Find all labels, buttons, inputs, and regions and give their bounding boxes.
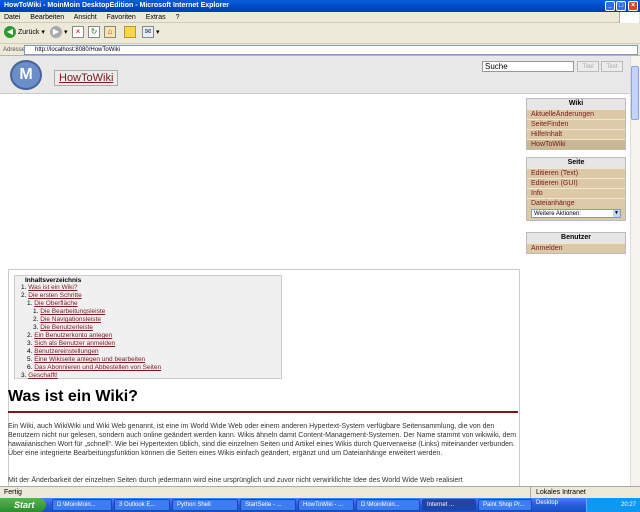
home-icon: ⌂ [104,26,116,39]
dropdown-arrow-icon: ▾ [155,29,160,36]
toc-item[interactable]: 4. Benutzereinstellungen [27,348,99,356]
sidebar-item-info[interactable]: Info [527,188,625,198]
toc-item[interactable]: 1. Die Oberfläche [27,300,78,308]
toc-item[interactable]: 6. Das Abonnieren und Abbestellen von Se… [27,364,161,372]
toolbar: ◀ Zurück ▾ ▶ ▾ × ↻ ⌂ ✉ ▾ [0,23,640,44]
more-actions-select-wrap: Weitere Aktionen: ▼ [527,208,625,220]
sidebar-user-header: Benutzer [527,233,625,243]
sidebar-item-recent-changes[interactable]: AktuelleÄnderungen [527,109,625,119]
toc-title: Inhaltsverzeichnis [25,277,82,284]
menu-edit[interactable]: Bearbeiten [30,14,64,21]
menu-bar: Datei Bearbeiten Ansicht Favoriten Extra… [0,12,640,23]
refresh-icon: ↻ [88,26,100,39]
forward-button[interactable]: ▶ ▾ [50,26,67,40]
menu-favorites[interactable]: Favoriten [107,14,136,21]
sidebar-page-panel: Seite Editieren (Text) Editieren (GUI) I… [526,157,626,221]
favorites-button[interactable] [124,26,136,40]
close-button[interactable]: × [628,1,638,11]
sidebar-item-attachments[interactable]: Dateianhänge [527,198,625,208]
sidebar-item-find-page[interactable]: SeiteFinden [527,119,625,129]
stop-button[interactable]: × [72,26,84,40]
toc-item[interactable]: 1. Was ist ein Wiki? [21,284,77,292]
back-button[interactable]: ◀ Zurück ▾ [4,26,45,40]
more-actions-select[interactable]: Weitere Aktionen: ▼ [531,209,621,218]
toc-item[interactable]: 3. Geschafft! [21,372,58,380]
table-of-contents: Inhaltsverzeichnis 1. Was ist ein Wiki? … [14,275,282,379]
sidebar-wiki-header: Wiki [527,99,625,109]
security-zone: Lokales Intranet [536,489,586,496]
dropdown-arrow-icon: ▾ [41,29,45,36]
content-heading: Was ist ein Wiki? [8,388,138,405]
toc-item[interactable]: 2. Die ersten Schritte [21,292,82,300]
toc-item[interactable]: 3. Die Benutzerleiste [33,324,93,332]
search-input[interactable]: Suche [482,61,574,72]
taskbar-item[interactable]: D:\MoinMoin... [356,499,420,511]
vertical-scrollbar[interactable] [630,56,640,486]
menu-help[interactable]: ? [176,14,180,21]
taskbar-item[interactable]: D:\MoinMoin... [52,499,112,511]
sidebar-wiki-panel: Wiki AktuelleÄnderungen SeiteFinden Hilf… [526,98,626,150]
taskbar-item[interactable]: HowToWiki - ... [298,499,354,511]
address-label: Adresse [3,47,26,53]
menu-file[interactable]: Datei [4,14,20,21]
desktop-toolbar[interactable]: Desktop [536,500,558,506]
taskbar-item[interactable]: StartSeite - ... [240,499,296,511]
menu-tools[interactable]: Extras [146,14,166,21]
stop-icon: × [72,26,84,39]
taskbar-item-active[interactable]: Internet ... [422,499,476,511]
scrollbar-thumb[interactable] [631,66,639,120]
moinmoin-logo-icon[interactable]: M [10,60,42,90]
sidebar-item-help-contents[interactable]: HilfeInhalt [527,129,625,139]
back-arrow-icon: ◀ [4,26,16,39]
toc-item[interactable]: 2. Ein Benutzerkonto anlegen [27,332,112,340]
sidebar-item-login[interactable]: Anmelden [527,243,625,253]
dropdown-arrow-icon: ▾ [63,29,68,36]
page-title-link[interactable]: HowToWiki [54,70,119,86]
favorites-star-icon [124,26,136,39]
search-text-button[interactable]: Text [601,61,623,72]
clock[interactable]: 20:27 [621,502,636,508]
taskbar-item[interactable]: 3 Outlook E... [114,499,170,511]
toc-item[interactable]: 2. Die Navigationsleiste [33,316,101,324]
system-tray: 20:27 [586,498,640,512]
window-title: HowToWiki - MoinMoin DesktopEdition - Mi… [4,2,229,9]
mail-button[interactable]: ✉ ▾ [142,26,159,40]
content-paragraph: Mit der Änderbarkeit der einzelnen Seite… [8,477,463,484]
menu-view[interactable]: Ansicht [74,14,97,21]
sidebar-item-howtowiki[interactable]: HowToWiki [527,139,625,149]
start-button[interactable]: Start [0,498,46,512]
maximize-button[interactable]: □ [616,1,626,11]
taskbar-item[interactable]: Paint Shop Pr... [478,499,532,511]
mail-icon: ✉ [142,26,154,39]
status-bar: Fertig Lokales Intranet [0,486,640,498]
sidebar-item-edit-gui[interactable]: Editieren (GUI) [527,178,625,188]
browser-viewport: M HowToWiki Suche Titel Text Wiki Aktuel… [0,56,630,486]
toc-item[interactable]: 3. Sich als Benutzer anmelden [27,340,115,348]
refresh-button[interactable]: ↻ [88,26,100,40]
toc-item[interactable]: 1. Die Bearbeitungsleiste [33,308,105,316]
toc-item[interactable]: 5. Eine Wikiseite anlegen und bearbeiten [27,356,145,364]
chevron-down-icon: ▼ [613,210,620,217]
status-text: Fertig [4,489,22,496]
taskbar: Start D:\MoinMoin... 3 Outlook E... Pyth… [0,498,640,512]
sidebar-page-header: Seite [527,158,625,168]
windows-logo-icon [619,12,639,23]
content-paragraph: Ein Wiki, auch WikiWiki und Wiki Web gen… [8,423,517,457]
wiki-header: M HowToWiki Suche Titel Text [0,56,630,94]
search-title-button[interactable]: Titel [577,61,599,72]
sidebar-item-edit-text[interactable]: Editieren (Text) [527,168,625,178]
window-title-bar[interactable]: HowToWiki - MoinMoin DesktopEdition - Mi… [0,0,640,12]
address-bar: Adresse http://localhost:8080/HowToWiki [0,44,640,56]
address-input[interactable]: http://localhost:8080/HowToWiki [24,45,638,55]
status-divider [530,487,531,498]
sidebar-user-panel: Benutzer Anmelden [526,232,626,254]
heading-divider [8,411,518,413]
taskbar-item[interactable]: Python Shell [172,499,238,511]
minimize-button[interactable]: _ [605,1,615,11]
home-button[interactable]: ⌂ [104,26,116,40]
forward-arrow-icon: ▶ [50,26,62,39]
